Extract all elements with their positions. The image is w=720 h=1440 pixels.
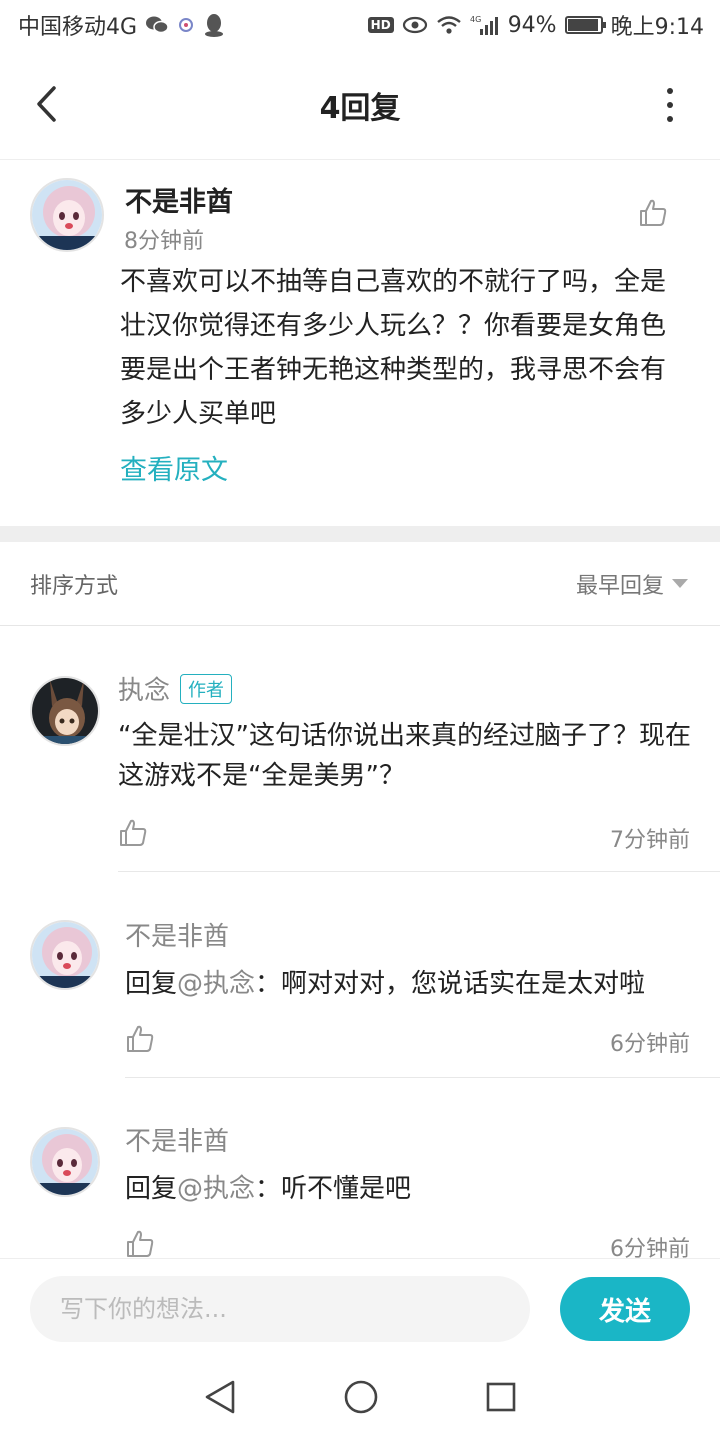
comment-body: 不喜欢可以不抽等自己喜欢的不就行了吗，全是壮汉你觉得还有多少人玩么？？你看要是女… [120,267,667,429]
reply-body: “全是壮汉”这句话你说出来真的经过脑子了？现在这游戏不是“全是美男”？ [118,721,691,791]
reply-time: 7分钟前 [610,828,690,853]
wifi-icon [436,15,462,35]
qq-icon [203,13,225,37]
nav-home-button[interactable] [343,1379,379,1419]
reply-body: 回复@执念：听不懂是吧 [125,1169,705,1209]
mention-link[interactable]: @执念 [177,969,255,999]
like-button[interactable] [125,1229,155,1258]
clock: 晚上9:14 [610,15,704,40]
reply-item: 不是非酋 回复@执念：听不懂是吧 6分钟前 [0,1125,720,1258]
sort-selected-value: 最早回复 [575,573,664,599]
chevron-left-icon [37,86,56,122]
thumbs-up-icon [120,819,147,846]
triangle-back-icon [205,1380,235,1414]
divider [118,871,720,872]
app-notification-icon [177,15,195,35]
reply-body: 回复@执念：啊对对对，您说话实在是太对啦 [125,964,705,1004]
reply-author-row: 不是非酋 [125,916,229,953]
reply-item: 不是非酋 回复@执念：啊对对对，您说话实在是太对啦 6分钟前 [0,920,720,1078]
avatar[interactable] [30,1127,100,1197]
like-button[interactable] [118,818,148,852]
reply-time: 6分钟前 [610,1237,690,1258]
reply-author-row: 不是非酋 [125,1125,229,1158]
carrier-label: 中国移动4G [18,15,138,40]
nav-back-button[interactable] [203,1379,237,1419]
thumbs-up-icon [127,1025,154,1052]
dropdown-triangle-icon [672,579,688,588]
section-divider [0,526,720,542]
send-button[interactable]: 发送 [560,1277,690,1341]
view-original-link[interactable]: 查看原文 [120,448,228,487]
mention-link[interactable]: @执念 [177,1174,255,1204]
more-dot-icon [667,88,673,94]
anime-girl-avatar-icon [32,1129,98,1195]
battery-percent: 94% [507,12,557,38]
hd-icon: HD [367,17,394,33]
comment-composer: 发送 [0,1258,720,1358]
sort-label: 排序方式 [30,573,119,599]
anime-girl-avatar-icon [32,180,102,250]
svg-text:4G: 4G [470,15,481,24]
like-button[interactable] [125,1024,155,1058]
thumbs-up-icon [640,199,667,226]
comment-time: 8分钟前 [124,229,204,254]
more-dot-icon [667,102,673,108]
reply-time: 6分钟前 [610,1032,690,1057]
reply-author[interactable]: 执念 [118,670,170,707]
divider [125,1077,720,1078]
like-button[interactable] [638,198,668,232]
anime-girl-avatar-icon [32,922,98,988]
more-dot-icon [667,116,673,122]
sort-dropdown[interactable]: 最早回复 [576,568,688,600]
reply-author[interactable]: 不是非酋 [125,916,229,953]
page-title: 4回复 [319,90,401,126]
avatar[interactable] [30,920,100,990]
reply-author-row: 执念 作者 [118,670,233,707]
wechat-icon [145,15,169,35]
reply-item: 执念 作者 “全是壮汉”这句话你说出来真的经过脑子了？现在这游戏不是“全是美男”… [0,673,720,872]
sort-bar: 排序方式 最早回复 [0,542,720,626]
status-bar: 中国移动4G HD 4G 94% 晚上9:14 [0,0,720,50]
avatar[interactable] [30,178,104,252]
eye-icon [402,16,428,34]
square-recents-icon [486,1382,516,1412]
circle-home-icon [344,1380,378,1414]
reply-prefix: 回复 [125,1174,178,1204]
original-comment: 不是非酋 8分钟前 不喜欢可以不抽等自己喜欢的不就行了吗，全是壮汉你觉得还有多少… [0,160,720,526]
back-button[interactable] [26,84,66,124]
comment-author[interactable]: 不是非酋 [125,180,233,219]
reply-text: ：啊对对对，您说话实在是太对啦 [255,969,646,999]
author-badge: 作者 [180,673,233,704]
reply-author[interactable]: 不是非酋 [125,1125,229,1158]
nav-recents-button[interactable] [485,1381,517,1417]
bunny-ear-character-avatar-icon [32,678,98,744]
system-nav-bar [0,1358,720,1440]
comment-input[interactable] [30,1276,530,1342]
reply-text: ：听不懂是吧 [255,1174,412,1204]
signal-icon: 4G [470,14,500,36]
thumbs-up-icon [127,1230,154,1257]
more-options-button[interactable] [660,88,680,122]
app-header: 4回复 [0,50,720,160]
battery-icon [564,16,606,34]
reply-prefix: 回复 [125,969,178,999]
avatar[interactable] [30,676,100,746]
